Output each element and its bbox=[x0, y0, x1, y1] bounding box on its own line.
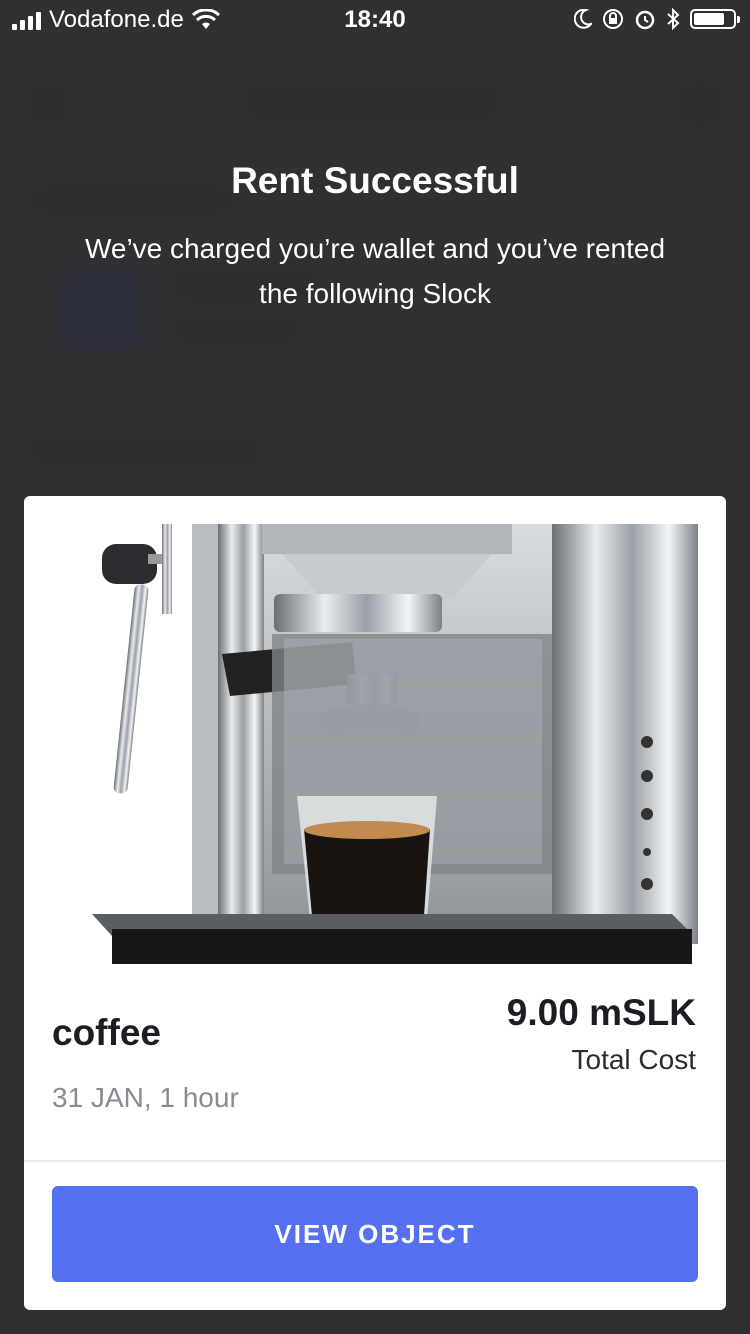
rotation-lock-icon bbox=[603, 9, 623, 29]
divider bbox=[24, 1160, 726, 1162]
total-cost-label: Total Cost bbox=[571, 1044, 697, 1075]
rented-object-card: coffee 31 JAN, 1 hour 9.00 mSLK Total Co… bbox=[24, 496, 726, 1310]
rental-details: 31 JAN, 1 hour bbox=[52, 1082, 239, 1113]
bluetooth-icon bbox=[667, 8, 680, 30]
alarm-icon bbox=[635, 10, 655, 30]
dialog-title: Rent Successful bbox=[231, 160, 519, 201]
status-bar: Vodafone.de 18:40 bbox=[0, 0, 750, 40]
moon-icon bbox=[574, 9, 592, 29]
object-name: coffee bbox=[52, 1012, 161, 1053]
view-object-button[interactable]: VIEW OBJECT bbox=[52, 1186, 698, 1282]
product-image bbox=[52, 524, 698, 964]
dialog-message: We’ve charged you’re wallet and you’ve r… bbox=[84, 233, 666, 309]
total-price: 9.00 mSLK bbox=[506, 992, 696, 1033]
battery-icon bbox=[690, 9, 740, 29]
